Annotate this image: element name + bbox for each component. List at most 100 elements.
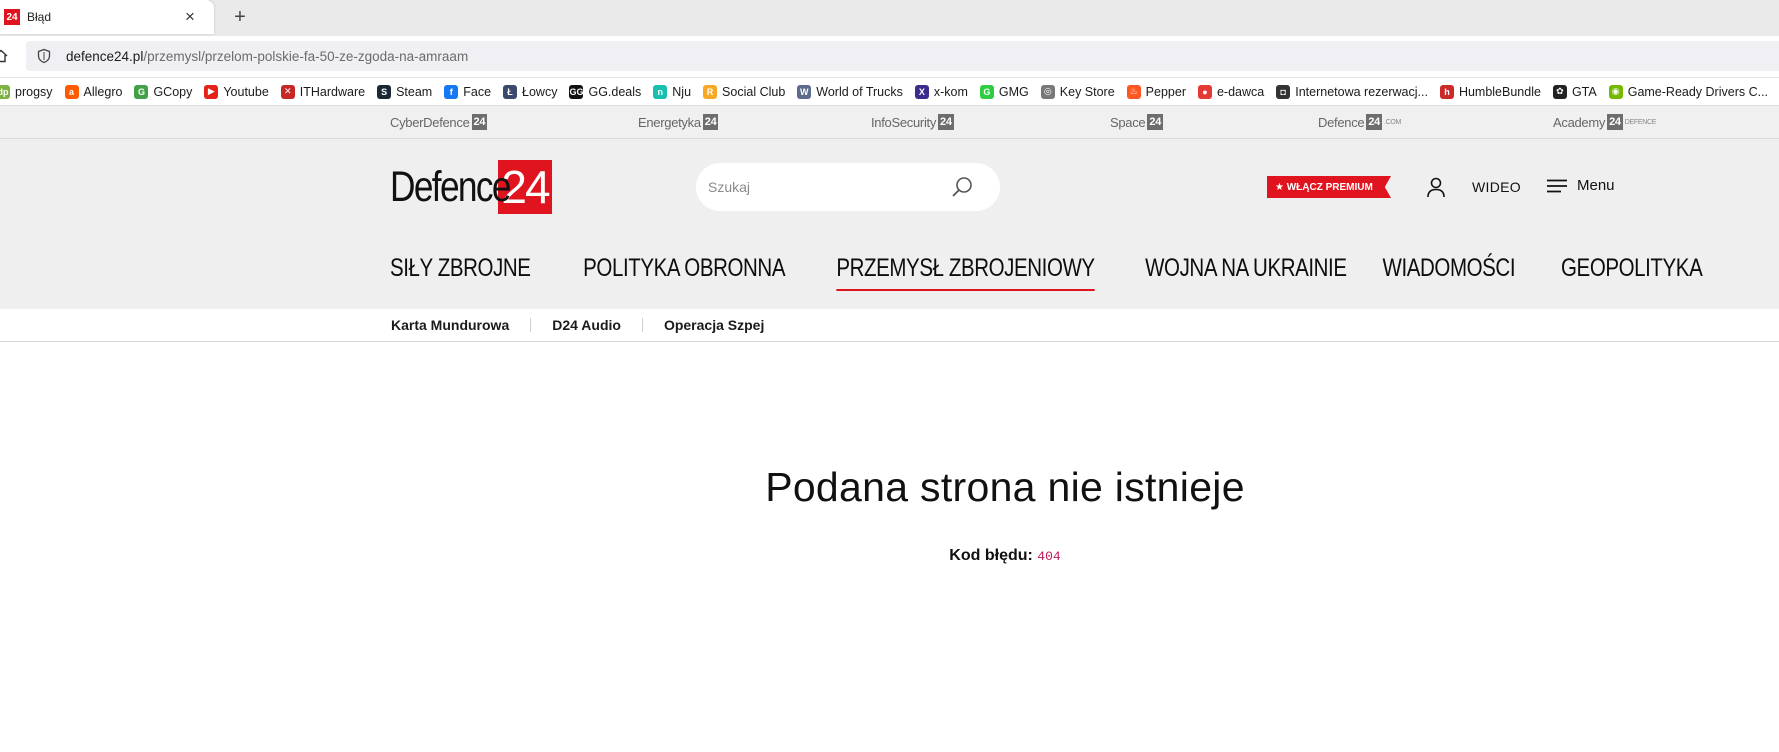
bookmark-label: GCopy [153, 84, 193, 99]
partner-sites-bar: CyberDefence 24 Energetyka 24 InfoSecurity 24… [0, 106, 1779, 139]
new-tab-icon[interactable]: + [228, 5, 252, 29]
partner-badge: 24 [471, 114, 488, 130]
bookmark-label: GTA [1571, 84, 1597, 99]
partner-link[interactable]: Energetyka 24 [638, 114, 719, 130]
ggdeals-icon: GG [569, 84, 584, 99]
error-code-value: 404 [1037, 549, 1061, 564]
nav-item[interactable]: PRZEMYSŁ ZBROJENIOWY [835, 254, 1095, 291]
partner-link[interactable]: Defence 24 .COM [1318, 114, 1401, 130]
bookmark-label: Face [463, 84, 492, 99]
bookmark-item[interactable]: n Nju [653, 84, 691, 99]
bookmark-label: GG.deals [588, 84, 642, 99]
xkom-icon: X [914, 84, 929, 99]
bookmark-label: GMG [998, 84, 1029, 99]
bookmark-label: x-kom [933, 84, 968, 99]
partner-badge: 24 [1607, 114, 1623, 130]
bookmark-item[interactable]: S Steam [377, 84, 432, 99]
close-tab-icon[interactable]: × [180, 7, 200, 27]
edawca-icon: ● [1197, 84, 1212, 99]
lowcy-icon: Ł [503, 84, 518, 99]
sub-navigation: Karta Mundurowa D24 Audio Operacja Szpej [0, 309, 1779, 342]
partner-link[interactable]: CyberDefence 24 [390, 114, 488, 130]
rockstar-icon: R [703, 84, 718, 99]
nav-item[interactable]: GEOPOLITYKA [1561, 254, 1703, 291]
defence24-logo[interactable]: Defence 24 [390, 160, 552, 214]
bookmark-item[interactable]: ✿ GTA [1552, 84, 1597, 99]
gmg-icon: G [979, 84, 994, 99]
nav-item[interactable]: WIADOMOŚCI [1383, 254, 1516, 291]
bookmark-item[interactable]: G GCopy [134, 84, 193, 99]
tab-title: Błąd [27, 10, 52, 24]
partner-name: Space [1110, 114, 1146, 130]
steam-icon: S [377, 84, 392, 99]
bookmark-item[interactable]: dp progsy [0, 84, 53, 99]
ithardware-icon: ✕ [280, 84, 295, 99]
error-content: Podana strona nie istnieje Kod błędu: 40… [0, 342, 1779, 722]
bookmarks-bar: dp progsya Allegro G GCopy ▶ Youtube ✕ ITHardwar… [0, 78, 1779, 106]
bookmark-label: Allegro [83, 84, 123, 99]
partner-badge: 24 [702, 114, 719, 130]
url-domain: defence24.pl [66, 48, 144, 64]
bookmark-item[interactable]: a Allegro [64, 84, 123, 99]
url-path: /przemysl/przelom-polskie-fa-50-ze-zgoda… [143, 48, 469, 64]
bookmark-item[interactable]: Ł Łowcy [503, 84, 558, 99]
bookmark-item[interactable]: ▶ Youtube [204, 84, 269, 99]
facebook-icon: f [444, 84, 459, 99]
wideo-link[interactable]: WIDEO [1472, 179, 1521, 195]
user-icon[interactable] [1424, 175, 1448, 199]
bookmark-item[interactable]: W World of Trucks [797, 84, 903, 99]
nav-item[interactable]: WOJNA NA UKRAINIE [1145, 254, 1347, 291]
defence24-favicon-icon: 24 [4, 9, 20, 25]
bookmark-item[interactable]: ◎ Key Store [1040, 84, 1115, 99]
bookmark-item[interactable]: R Social Club [703, 84, 785, 99]
subnav-divider [641, 318, 643, 332]
bookmark-label: World of Trucks [816, 84, 903, 99]
bookmark-label: e-dawca [1216, 84, 1265, 99]
address-bar[interactable]: defence24.pl/przemysl/przelom-polskie-fa… [26, 41, 1779, 71]
site-header: Defence 24 ★ WŁĄCZ PREMIUM WIDEO Menu SI… [0, 139, 1779, 309]
subnav-item[interactable]: Karta Mundurowa [391, 317, 509, 333]
bookmark-label: Łowcy [522, 84, 558, 99]
bookmark-label: Game-Ready Drivers C... [1627, 84, 1769, 99]
bookmark-item[interactable]: ✕ ITHardware [280, 84, 365, 99]
partner-link[interactable]: Space 24 [1110, 114, 1164, 130]
bookmark-item[interactable]: Xx-kom [914, 84, 968, 99]
nav-item[interactable]: POLITYKA OBRONNA [584, 254, 786, 291]
subnav-divider [530, 318, 532, 332]
subnav-item[interactable]: Operacja Szpej [664, 317, 764, 333]
rezerwacja-icon: ◘ [1276, 84, 1291, 99]
partner-name: Academy [1553, 114, 1606, 130]
bookmark-label: Key Store [1059, 84, 1115, 99]
browser-toolbar: defence24.pl/przemysl/przelom-polskie-fa… [0, 36, 1779, 78]
search-box [696, 163, 1000, 211]
bookmark-item[interactable]: GG GG.deals [569, 84, 642, 99]
nav-item[interactable]: SIŁY ZBROJNE [390, 254, 531, 291]
bookmark-item[interactable]: ◉ Game-Ready Drivers C... [1608, 84, 1769, 99]
bookmark-label: HumbleBundle [1458, 84, 1541, 99]
youtube-icon: ▶ [204, 84, 219, 99]
allegro-icon: a [64, 84, 79, 99]
bookmark-item[interactable]: G GMG [979, 84, 1029, 99]
home-icon[interactable] [0, 49, 8, 63]
menu-button[interactable]: Menu [1547, 177, 1615, 194]
partner-name: Energetyka [638, 114, 701, 130]
bookmark-item[interactable]: ● e-dawca [1197, 84, 1265, 99]
browser-tab[interactable]: 24 Błąd × [0, 0, 214, 34]
search-icon[interactable] [950, 175, 974, 199]
subnav-item[interactable]: D24 Audio [552, 317, 621, 333]
bookmark-item[interactable]: f Face [444, 84, 492, 99]
url-text[interactable]: defence24.pl/przemysl/przelom-polskie-fa… [66, 49, 468, 64]
worldoftrucks-icon: W [797, 84, 812, 99]
bookmark-item[interactable]: ♨ Pepper [1126, 84, 1186, 99]
humble-icon: h [1439, 84, 1454, 99]
shield-icon[interactable] [36, 48, 52, 64]
search-input[interactable] [708, 179, 938, 195]
partner-link[interactable]: InfoSecurity 24 [871, 114, 954, 130]
premium-button[interactable]: ★ WŁĄCZ PREMIUM [1267, 176, 1391, 198]
bookmark-item[interactable]: ◘ Internetowa rezerwacj... [1276, 84, 1428, 99]
dp-icon: dp [0, 84, 10, 99]
partner-link[interactable]: Academy 24 DEFENCE [1553, 114, 1656, 130]
browser-tabbar: 24 Błąd × + [0, 0, 1779, 36]
bookmark-item[interactable]: h HumbleBundle [1439, 84, 1541, 99]
gta-icon: ✿ [1552, 84, 1567, 99]
